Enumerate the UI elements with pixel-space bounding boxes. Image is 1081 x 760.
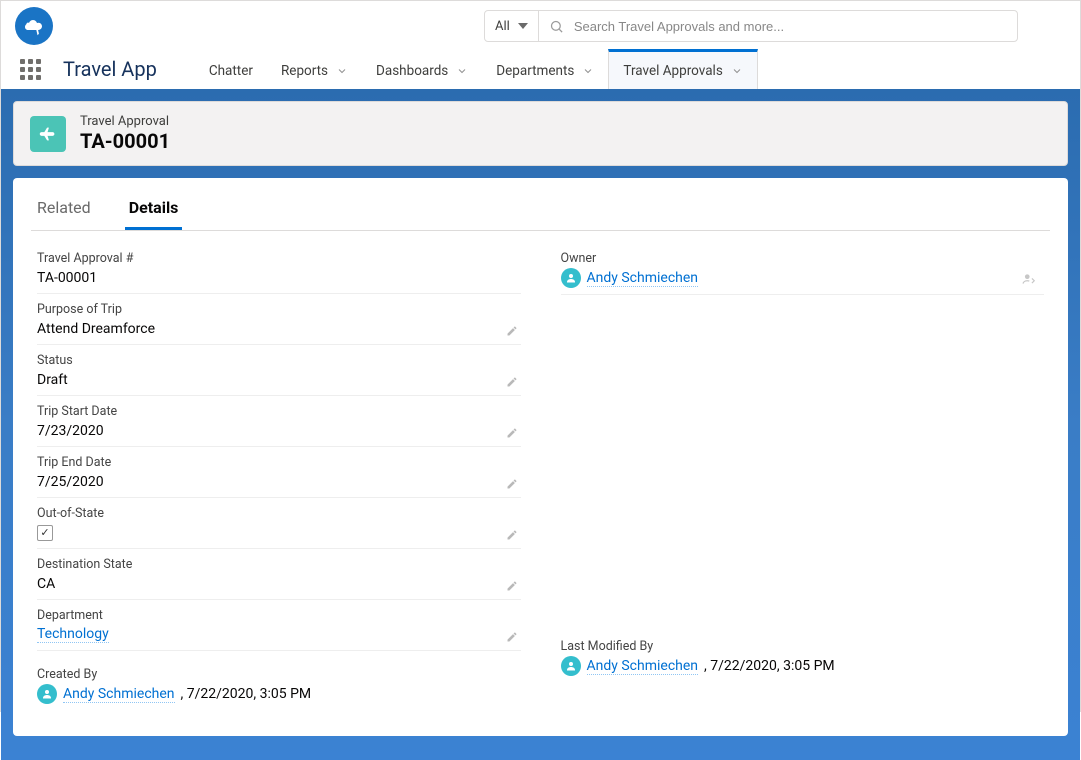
avatar-icon [561,656,581,676]
nav-item-dashboards[interactable]: Dashboards [362,49,482,89]
nav-item-reports[interactable]: Reports [267,49,362,89]
field-label-modified: Last Modified By [561,633,1045,656]
search-icon [549,19,564,34]
edit-pencil-icon[interactable] [505,528,519,542]
caret-down-icon [518,23,528,29]
created-date: , 7/22/2020, 3:05 PM [181,686,312,702]
object-label: Travel Approval [80,114,170,129]
field-label-purpose: Purpose of Trip [37,296,521,319]
field-value-owner: Andy Schmiechen [561,268,1045,295]
app-name: Travel App [63,57,157,81]
field-label-dest: Destination State [37,551,521,574]
avatar-icon [37,684,57,704]
global-search: All [484,10,1018,42]
record-header: Travel Approval TA-00001 [13,101,1068,166]
edit-pencil-icon[interactable] [505,375,519,389]
nav-item-departments[interactable]: Departments [482,49,608,89]
field-value-number: TA-00001 [37,268,521,294]
edit-pencil-icon[interactable] [505,426,519,440]
avatar-icon [561,268,581,288]
nav-items: Chatter Reports Dashboards Departments T… [195,49,758,89]
field-label-status: Status [37,347,521,370]
chevron-down-icon[interactable] [582,65,594,77]
modified-by-link[interactable]: Andy Schmiechen [587,658,699,675]
edit-pencil-icon[interactable] [505,579,519,593]
nav-item-label: Reports [281,63,328,79]
chevron-down-icon[interactable] [336,65,348,77]
field-value-status: Draft [37,370,521,396]
change-owner-icon[interactable] [1022,272,1038,288]
field-label-owner: Owner [561,245,1045,268]
field-value-created: Andy Schmiechen , 7/22/2020, 3:05 PM [37,684,521,710]
field-label-end: Trip End Date [37,449,521,472]
tab-details[interactable]: Details [125,186,183,230]
field-value-oos: ✓ [37,523,521,549]
department-link[interactable]: Technology [37,626,109,643]
field-value-dept: Technology [37,625,521,651]
field-value-purpose: Attend Dreamforce [37,319,521,345]
chevron-down-icon[interactable] [731,65,743,77]
app-launcher-icon[interactable] [15,54,45,84]
search-scope-dropdown[interactable]: All [485,11,539,41]
field-value-modified: Andy Schmiechen , 7/22/2020, 3:05 PM [561,656,1045,682]
checkbox-checked-icon: ✓ [37,525,53,541]
nav-item-label: Departments [496,63,574,79]
field-label-oos: Out-of-State [37,500,521,523]
created-by-link[interactable]: Andy Schmiechen [63,686,175,703]
tab-related[interactable]: Related [33,186,95,230]
nav-item-travel-approvals[interactable]: Travel Approvals [608,49,757,89]
nav-item-label: Chatter [209,63,253,79]
nav-item-chatter[interactable]: Chatter [195,49,267,89]
search-input[interactable] [574,19,1007,34]
field-label-dept: Department [37,602,521,625]
edit-pencil-icon[interactable] [505,324,519,338]
record-tabs: Related Details [31,186,1050,231]
chevron-down-icon[interactable] [456,65,468,77]
owner-link[interactable]: Andy Schmiechen [587,270,699,287]
field-label-created: Created By [37,661,521,684]
search-scope-label: All [495,19,510,34]
salesforce-logo[interactable] [15,7,53,45]
record-title: TA-00001 [80,129,170,153]
nav-item-label: Dashboards [376,63,448,79]
edit-pencil-icon[interactable] [505,630,519,644]
edit-pencil-icon[interactable] [505,477,519,491]
modified-date: , 7/22/2020, 3:05 PM [704,658,835,674]
field-value-dest: CA [37,574,521,600]
field-value-end: 7/25/2020 [37,472,521,498]
nav-item-label: Travel Approvals [623,63,722,79]
field-label-number: Travel Approval # [37,245,521,268]
field-value-start: 7/23/2020 [37,421,521,447]
travel-approval-icon [30,116,66,152]
field-label-start: Trip Start Date [37,398,521,421]
